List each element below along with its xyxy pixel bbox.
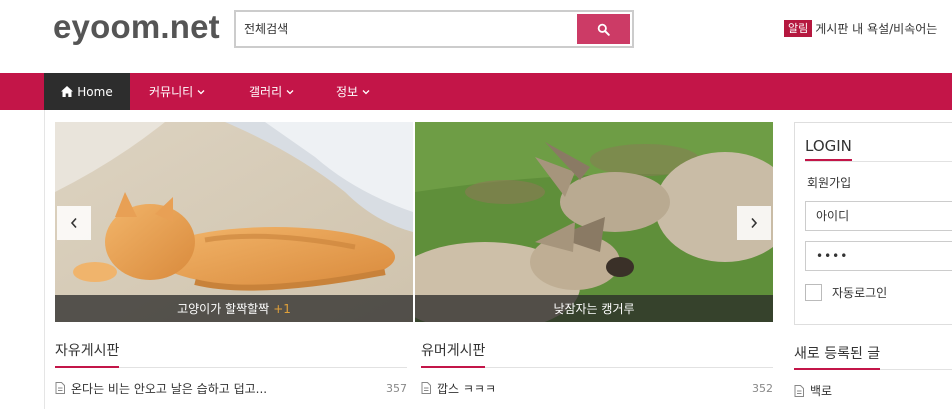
auto-login[interactable]: 자동로그인 [805, 284, 887, 301]
post-title: 온다는 비는 안오고 날은 습하고 덥고... [71, 381, 268, 396]
slide-kangaroo[interactable]: 낮잠자는 캥거루 [415, 122, 773, 322]
image-slider: 고양이가 할짝할짝 +1 낮잠자는 캥거루 [55, 122, 773, 322]
chevron-right-icon [751, 217, 758, 229]
auto-login-label: 자동로그인 [832, 286, 888, 300]
post-count: 357 [386, 381, 407, 395]
notice-badge: 알림 [784, 20, 813, 37]
nav-item-info[interactable]: 정보 [336, 73, 370, 110]
caption-text: 낮잠자는 캥거루 [553, 302, 635, 316]
recent-post-title: 백로 [810, 384, 833, 398]
search-box [234, 10, 634, 48]
search-icon [597, 23, 610, 36]
board-title[interactable]: 유머게시판 [421, 340, 486, 368]
notice-ticker[interactable]: 알림 게시판 내 욕설/비속어는 [784, 20, 937, 37]
nav-label-home: Home [77, 84, 113, 99]
login-title: LOGIN [805, 137, 852, 161]
list-item[interactable]: 온다는 비는 안오고 날은 습하고 덥고... 357 [55, 380, 407, 396]
login-divider [805, 161, 952, 162]
post-title: 깝스 ㅋㅋㅋ [437, 381, 497, 396]
notice-text: 게시판 내 욕설/비속어는 [815, 22, 938, 36]
slider-prev-button[interactable] [57, 206, 91, 240]
caption-text: 고양이가 할짝할짝 [177, 302, 270, 316]
document-icon [421, 382, 431, 394]
nav-label-gallery: 갤러리 [249, 85, 283, 99]
login-panel: LOGIN 회원가입 자동로그인 [794, 122, 952, 325]
document-icon [55, 382, 65, 394]
signup-link[interactable]: 회원가입 [807, 174, 851, 191]
search-input[interactable] [244, 17, 574, 41]
board-humor: 유머게시판 깝스 ㅋㅋㅋ 352 [421, 340, 773, 396]
list-item[interactable]: 백로 [794, 382, 952, 399]
chevron-left-icon [70, 217, 77, 229]
list-item[interactable]: 깝스 ㅋㅋㅋ 352 [421, 380, 773, 396]
password-field[interactable] [805, 241, 952, 271]
nav-label-info: 정보 [336, 85, 359, 99]
cat-photo [55, 122, 413, 322]
user-id-field[interactable] [805, 201, 952, 231]
board-title[interactable]: 자유게시판 [55, 340, 120, 368]
recent-posts: 새로 등록된 글 백로 [794, 343, 952, 399]
nav-label-community: 커뮤니티 [149, 85, 194, 99]
auto-login-checkbox[interactable] [805, 284, 822, 301]
search-button[interactable] [577, 14, 630, 44]
board-free: 자유게시판 온다는 비는 안오고 날은 습하고 덥고... 357 [55, 340, 407, 396]
post-count: 352 [752, 381, 773, 395]
nav-item-community[interactable]: 커뮤니티 [149, 73, 205, 110]
caption-extra: +1 [273, 301, 291, 316]
page: eyoom.net 알림 게시판 내 욕설/비속어는 Home 커뮤니티 [0, 0, 952, 409]
chevron-down-icon [197, 89, 205, 94]
content-divider [44, 110, 45, 409]
slider-next-button[interactable] [737, 206, 771, 240]
slide-cat[interactable]: 고양이가 할짝할짝 +1 [55, 122, 413, 322]
kangaroo-photo [415, 122, 773, 322]
home-icon [61, 86, 74, 97]
main-nav: Home 커뮤니티 갤러리 정보 [0, 73, 952, 110]
document-icon [794, 384, 804, 397]
header: eyoom.net 알림 게시판 내 욕설/비속어는 [0, 0, 952, 73]
slide-caption: 고양이가 할짝할짝 +1 [55, 295, 413, 322]
nav-item-gallery[interactable]: 갤러리 [249, 73, 294, 110]
nav-item-home[interactable]: Home [44, 73, 130, 110]
chevron-down-icon [286, 89, 294, 94]
site-logo[interactable]: eyoom.net [53, 8, 220, 46]
chevron-down-icon [362, 89, 370, 94]
slide-caption: 낮잠자는 캥거루 [415, 295, 773, 322]
recent-title: 새로 등록된 글 [794, 343, 881, 370]
